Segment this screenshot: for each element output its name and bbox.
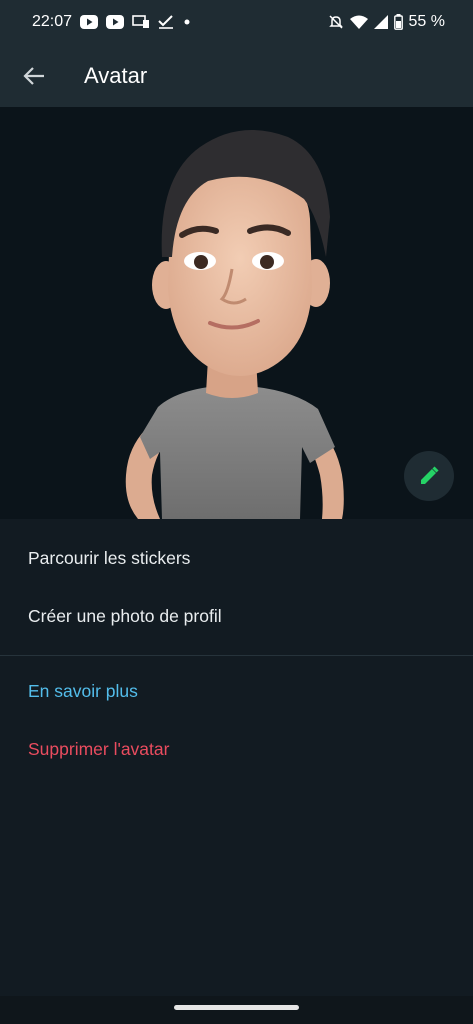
wifi-icon <box>349 15 368 29</box>
avatar-figure <box>125 129 344 519</box>
back-button[interactable] <box>2 44 66 107</box>
create-profile-photo-item[interactable]: Créer une photo de profil <box>0 587 473 645</box>
signal-icon <box>373 15 388 29</box>
learn-more-link[interactable]: En savoir plus <box>0 662 473 720</box>
youtube-icon <box>106 15 125 29</box>
delete-avatar-label: Supprimer l'avatar <box>28 738 170 759</box>
navigation-bar <box>0 996 473 1024</box>
create-profile-photo-label: Créer une photo de profil <box>28 605 222 626</box>
edit-avatar-button[interactable] <box>404 451 454 501</box>
cast-icon <box>132 15 150 29</box>
avatar-preview <box>0 107 473 519</box>
status-bar: 22:07 55 % <box>0 0 473 44</box>
browse-stickers-item[interactable]: Parcourir les stickers <box>0 529 473 587</box>
battery-percent: 55 % <box>408 13 445 30</box>
app-bar: Avatar <box>0 44 473 107</box>
learn-more-label: En savoir plus <box>28 680 138 701</box>
battery-icon <box>393 14 403 30</box>
check-icon <box>158 15 174 29</box>
arrow-left-icon <box>23 66 44 85</box>
home-gesture-handle[interactable] <box>174 1005 299 1010</box>
pencil-icon <box>421 466 439 484</box>
bell-off-icon <box>328 14 344 30</box>
browse-stickers-label: Parcourir les stickers <box>28 547 191 568</box>
page-title: Avatar <box>84 62 148 88</box>
delete-avatar-button[interactable]: Supprimer l'avatar <box>0 720 473 778</box>
divider <box>0 655 473 656</box>
youtube-icon <box>80 15 99 29</box>
status-time: 22:07 <box>32 13 73 30</box>
dot-icon <box>182 15 192 29</box>
avatar-menu: Parcourir les stickers Créer une photo d… <box>0 519 473 778</box>
